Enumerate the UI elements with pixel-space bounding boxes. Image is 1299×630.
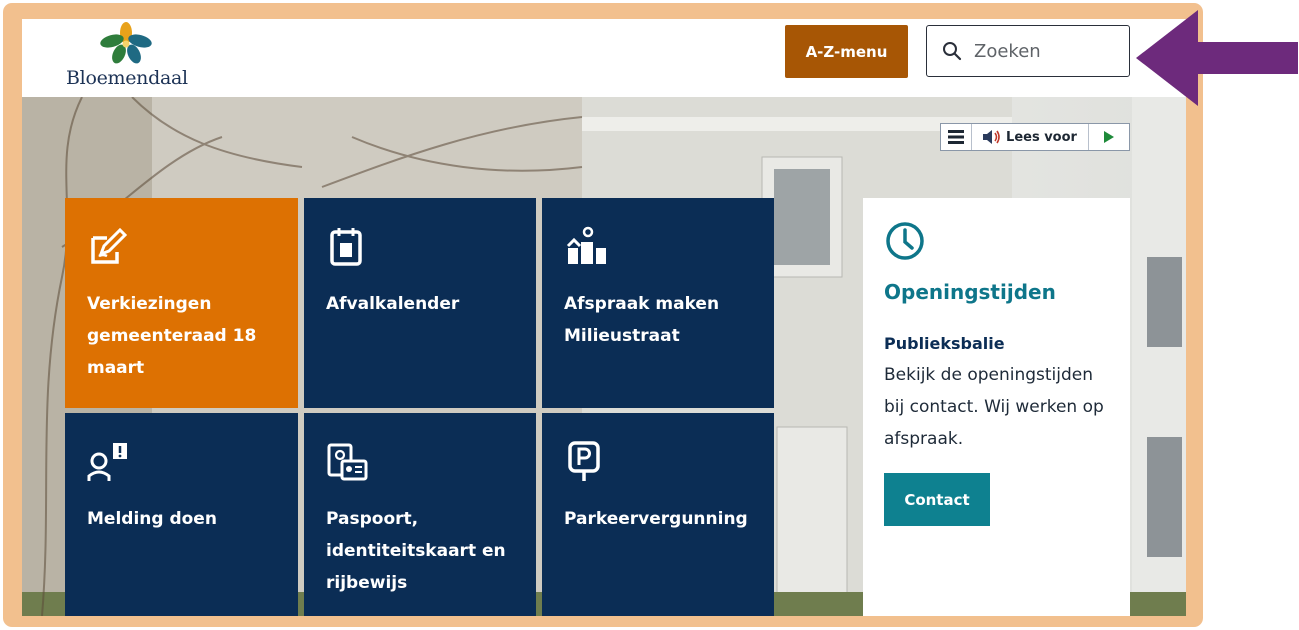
search-icon (943, 42, 962, 61)
tile-label: Parkeervergunning (564, 509, 748, 529)
hero-section: Lees voor Verkiezingen gemeenteraad 18 m… (22, 97, 1186, 616)
opening-hours-panel: Openingstijden Publieksbalie Bekijk de o… (863, 198, 1130, 616)
opening-hours-text: Bekijk de openingstijden bij contact. Wi… (884, 365, 1104, 449)
speaker-icon (983, 130, 1000, 144)
site-logo[interactable]: Bloemendaal (58, 21, 194, 93)
tile-afvalkalender[interactable]: Afvalkalender (304, 198, 536, 408)
tile-melding-doen[interactable]: Melding doen (65, 413, 298, 616)
tile-label: Afvalkalender (326, 294, 460, 314)
tile-afspraak-milieustraat[interactable]: Afspraak maken Milieustraat (542, 198, 774, 408)
opening-hours-subtitle: Publieksbalie (884, 334, 1005, 353)
brand-name: Bloemendaal (66, 67, 188, 89)
opening-hours-title: Openingstijden (884, 280, 1056, 304)
person-alert-icon (87, 443, 127, 481)
play-icon (1104, 131, 1114, 143)
read-aloud-toolbar: Lees voor (940, 123, 1130, 151)
play-button[interactable] (1089, 124, 1129, 150)
search-input[interactable] (972, 39, 1116, 63)
flower-logo-icon (100, 22, 152, 64)
pencil-paper-icon (91, 227, 127, 264)
tile-label: Verkiezingen gemeenteraad 18 maart (87, 294, 257, 378)
id-documents-icon (327, 443, 368, 481)
bin-calendar-icon (330, 228, 362, 266)
az-menu-button[interactable]: A-Z-menu (785, 25, 908, 78)
read-aloud-button[interactable]: Lees voor (972, 124, 1089, 150)
read-aloud-label: Lees voor (1006, 129, 1077, 145)
tile-verkiezingen[interactable]: Verkiezingen gemeenteraad 18 maart (65, 198, 298, 408)
clock-icon (886, 222, 924, 260)
parking-sign-icon (568, 441, 600, 481)
recycling-bins-icon (566, 226, 606, 264)
pointer-arrow-icon (1136, 10, 1298, 106)
tile-label: Paspoort, identiteitskaart en rijbewijs (326, 509, 506, 593)
site-header: Bloemendaal A-Z-menu (22, 19, 1186, 97)
website-page: Bloemendaal A-Z-menu Zoeken Lees voor Ve… (22, 19, 1186, 616)
tile-label: Melding doen (87, 509, 217, 529)
tile-paspoort[interactable]: Paspoort, identiteitskaart en rijbewijs (304, 413, 536, 616)
tts-menu-button[interactable] (941, 124, 972, 150)
search-box[interactable] (926, 25, 1130, 77)
contact-button[interactable]: Contact (884, 473, 990, 526)
tile-parkeervergunning[interactable]: Parkeervergunning (542, 413, 774, 616)
tile-label: Afspraak maken Milieustraat (564, 294, 720, 346)
hamburger-icon (948, 130, 964, 144)
